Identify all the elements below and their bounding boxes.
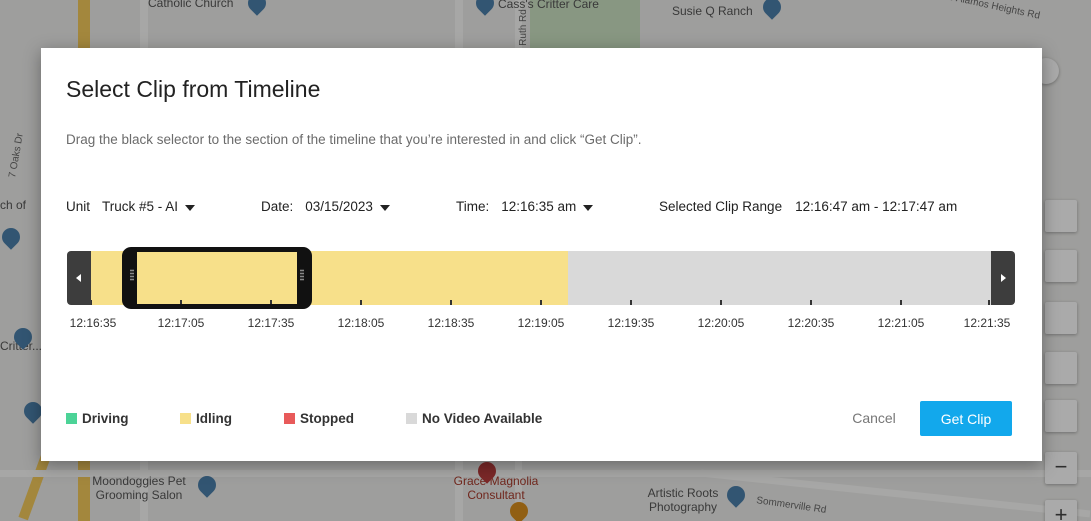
time-value[interactable]: 12:16:35 am: [501, 199, 576, 214]
legend-swatch: [180, 413, 191, 424]
caret-down-icon[interactable]: [583, 204, 594, 211]
legend-label: Driving: [82, 411, 129, 426]
timeline-tick-label: 12:17:35: [247, 316, 295, 330]
timeline-tick-label: 12:21:35: [963, 316, 1011, 330]
timeline-tick: [630, 300, 632, 305]
selector-grip-right[interactable]: [297, 252, 307, 304]
legend-stopped: Stopped: [284, 411, 354, 426]
legend-idling: Idling: [180, 411, 232, 426]
arrow-right-icon: [1001, 274, 1006, 282]
timeline-tick: [540, 300, 542, 305]
arrow-left-icon: [76, 274, 81, 282]
clip-timeline: [67, 247, 1015, 309]
timeline-prev-button[interactable]: [67, 251, 91, 305]
modal-title: Select Clip from Timeline: [66, 76, 321, 102]
timeline-tick: [720, 300, 722, 305]
legend-swatch: [284, 413, 295, 424]
legend-label: Stopped: [300, 411, 354, 426]
timeline-tick-label: 12:17:05: [157, 316, 205, 330]
unit-label: Unit: [66, 199, 91, 214]
timeline-tick-label: 12:19:35: [607, 316, 655, 330]
get-clip-button[interactable]: Get Clip: [920, 401, 1012, 436]
timeline-tick: [810, 300, 812, 305]
legend-swatch: [406, 413, 417, 424]
unit-selector[interactable]: Unit Truck #5 - AI: [66, 199, 196, 214]
timeline-tick-label: 12:20:35: [787, 316, 835, 330]
legend-label: Idling: [196, 411, 232, 426]
time-label: Time:: [456, 199, 490, 214]
timeline-tick-label: 12:18:05: [337, 316, 385, 330]
clip-range: Selected Clip Range 12:16:47 am - 12:17:…: [659, 199, 957, 214]
select-clip-modal: Select Clip from Timeline Drag the black…: [41, 48, 1042, 461]
timeline-tick-label: 12:19:05: [517, 316, 565, 330]
timeline-next-button[interactable]: [991, 251, 1015, 305]
legend-driving: Driving: [66, 411, 129, 426]
grip-dots-icon: [130, 269, 134, 281]
caret-down-icon[interactable]: [379, 204, 390, 211]
legend-swatch: [66, 413, 77, 424]
grip-dots-icon: [300, 269, 304, 281]
clip-range-label: Selected Clip Range: [659, 199, 783, 214]
timeline-tick: [91, 300, 92, 305]
cancel-button[interactable]: Cancel: [841, 401, 907, 435]
timeline-tick: [900, 300, 902, 305]
timeline-tick-label: 12:20:05: [697, 316, 745, 330]
timeline-tick-label: 12:16:35: [69, 316, 117, 330]
legend-label: No Video Available: [422, 411, 543, 426]
timeline-segment-no_video: [615, 251, 621, 305]
timeline-tick: [360, 300, 362, 305]
selector-grip-left[interactable]: [127, 252, 137, 304]
date-selector[interactable]: Date: 03/15/2023: [261, 199, 390, 214]
time-selector[interactable]: Time: 12:16:35 am: [456, 199, 594, 214]
timeline-tick: [988, 300, 990, 305]
date-value[interactable]: 03/15/2023: [305, 199, 373, 214]
legend-no-video: No Video Available: [406, 411, 542, 426]
unit-value[interactable]: Truck #5 - AI: [102, 199, 178, 214]
timeline-tick: [450, 300, 452, 305]
timeline-tick-label: 12:18:35: [427, 316, 475, 330]
timeline-tick-label: 12:21:05: [877, 316, 925, 330]
date-label: Date:: [261, 199, 294, 214]
modal-description: Drag the black selector to the section o…: [66, 132, 642, 147]
clip-selector-handle[interactable]: [122, 247, 312, 309]
clip-range-value: 12:16:47 am - 12:17:47 am: [795, 199, 958, 214]
caret-down-icon[interactable]: [185, 204, 196, 211]
